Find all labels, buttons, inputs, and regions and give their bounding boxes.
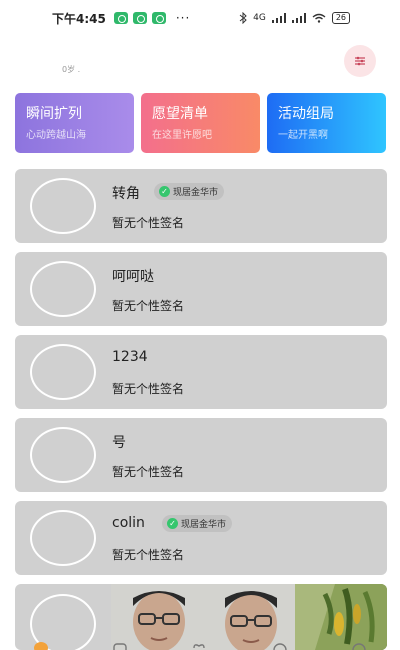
signal-icon [271, 13, 286, 23]
user-card[interactable]: 呵呵哒 暂无个性签名 [15, 252, 387, 326]
location-text: 现居金华市 [181, 520, 227, 530]
signal-icon [291, 13, 306, 23]
verified-check-icon: ✓ [159, 186, 170, 197]
feature-tiles: 瞬间扩列 心动跨越山海 愿望清单 在这里许愿吧 活动组局 一起开黑啊 [15, 93, 387, 153]
tile-subtitle: 心动跨越山海 [26, 130, 86, 141]
app-notification-icon [151, 12, 166, 24]
avatar[interactable] [30, 427, 96, 483]
user-signature: 暂无个性签名 [112, 382, 185, 396]
user-card[interactable]: 转角 ✓ 现居金华市 暂无个性签名 [15, 169, 387, 243]
message-tab-icon[interactable] [112, 640, 128, 650]
battery-icon: 26 [331, 12, 350, 24]
user-card[interactable]: 号 暂无个性签名 [15, 418, 387, 492]
avatar[interactable] [30, 510, 96, 566]
location-badge: ✓ 现居金华市 [154, 183, 225, 200]
profile-header: 0岁 . [0, 42, 400, 82]
user-signature: 暂无个性签名 [112, 299, 185, 313]
tile-activities[interactable]: 活动组局 一起开黑啊 [267, 93, 386, 153]
user-name: 1234 [112, 349, 148, 365]
profile-tab-icon[interactable] [351, 640, 367, 650]
user-name: 呵呵哒 [112, 269, 154, 285]
tile-title: 活动组局 [278, 106, 334, 122]
user-list: 转角 ✓ 现居金华市 暂无个性签名 呵呵哒 暂无个性签名 1234 暂无个性签名… [15, 169, 387, 584]
tile-subtitle: 在这里许愿吧 [152, 130, 212, 141]
user-name: colin [112, 515, 145, 531]
filter-icon [355, 56, 365, 66]
status-bar: 下午4:45 ··· 4G 26 [0, 0, 400, 36]
more-notifications-icon: ··· [175, 11, 191, 25]
user-signature: 暂无个性签名 [112, 548, 185, 562]
tile-title: 瞬间扩列 [26, 106, 82, 122]
system-status: 4G 26 [239, 12, 350, 24]
home-tab-icon[interactable] [33, 640, 49, 650]
bottom-tab-bar [0, 638, 400, 650]
user-name: 转角 [112, 186, 140, 202]
avatar[interactable] [30, 261, 96, 317]
tile-wishlist[interactable]: 愿望清单 在这里许愿吧 [141, 93, 260, 153]
discover-tab-icon[interactable] [272, 640, 288, 650]
user-signature: 暂无个性签名 [112, 465, 185, 479]
avatar[interactable] [30, 178, 96, 234]
status-time: 下午4:45 [52, 11, 106, 26]
verified-check-icon: ✓ [167, 518, 178, 529]
notification-icons [113, 12, 166, 24]
age-text: 0岁 . [62, 65, 81, 74]
tile-subtitle: 一起开黑啊 [278, 130, 328, 141]
user-card[interactable]: colin ✓ 现居金华市 暂无个性签名 [15, 501, 387, 575]
user-card[interactable]: 1234 暂无个性签名 [15, 335, 387, 409]
network-type: 4G [253, 13, 266, 23]
user-name: 号 [112, 435, 126, 451]
app-notification-icon [113, 12, 128, 24]
wifi-icon [312, 13, 326, 23]
bluetooth-icon [239, 12, 247, 24]
tile-title: 愿望清单 [152, 106, 208, 122]
user-signature: 暂无个性签名 [112, 216, 185, 230]
like-tab-icon[interactable] [191, 640, 207, 650]
tile-quick-match[interactable]: 瞬间扩列 心动跨越山海 [15, 93, 134, 153]
avatar[interactable] [30, 344, 96, 400]
filter-button[interactable] [344, 45, 376, 77]
app-notification-icon [132, 12, 147, 24]
location-text: 现居金华市 [173, 188, 219, 198]
location-badge: ✓ 现居金华市 [162, 515, 233, 532]
